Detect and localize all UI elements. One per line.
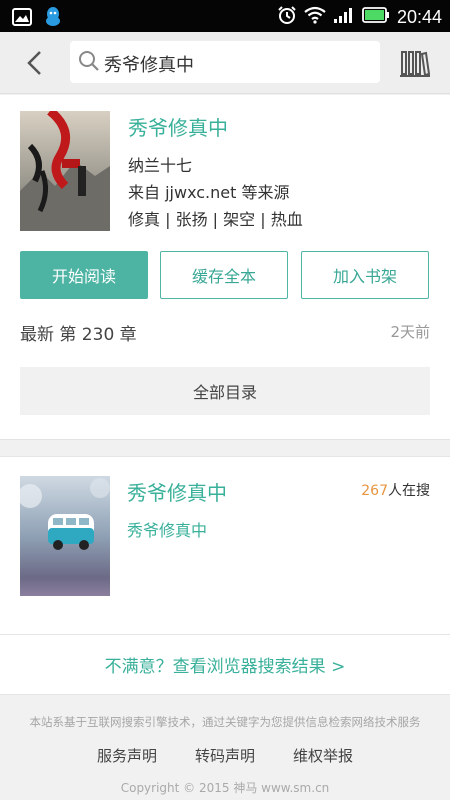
- signal-icon: [333, 6, 355, 28]
- cache-all-button[interactable]: 缓存全本: [160, 251, 288, 299]
- search-count-suffix: 人在搜: [388, 483, 430, 499]
- book-source: 来自 jjwxc.net 等来源: [128, 183, 290, 202]
- start-reading-button[interactable]: 开始阅读: [20, 251, 148, 299]
- book-tags: 修真 | 张扬 | 架空 | 热血: [128, 210, 303, 229]
- related-book-subtitle: 秀爷修真中: [127, 521, 208, 540]
- clock-time: 20:44: [396, 7, 442, 27]
- bookshelf-button[interactable]: [398, 46, 432, 80]
- transcoding-statement-link[interactable]: 转码声明: [195, 745, 255, 766]
- wifi-icon: [304, 6, 326, 28]
- alarm-icon: [277, 5, 297, 29]
- book-cover[interactable]: [20, 111, 110, 231]
- chevron-left-icon: [27, 51, 41, 75]
- copyright-text: Copyright © 2015 神马 www.sm.cn: [120, 781, 330, 795]
- search-count: 267: [361, 483, 388, 499]
- book-detail-card: 秀爷修真中 纳兰十七 来自 jjwxc.net 等来源 修真 | 张扬 | 架空…: [0, 95, 450, 440]
- bookshelf-icon: [400, 51, 431, 77]
- book-title[interactable]: 秀爷修真中: [128, 112, 228, 141]
- back-button[interactable]: [18, 46, 52, 80]
- search-query: 秀爷修真中: [104, 55, 194, 76]
- latest-update-time: 2天前: [390, 323, 430, 341]
- rights-report-link[interactable]: 维权举报: [293, 745, 353, 766]
- search-popularity: 267人在搜: [361, 480, 430, 500]
- search-icon: [78, 50, 100, 76]
- disclaimer-text: 本站系基于互联网搜索引擎技术，通过关键字为您提供信息检索网络技术服务: [29, 715, 421, 729]
- search-header: 秀爷修真中: [0, 32, 450, 94]
- related-book-title[interactable]: 秀爷修真中: [127, 477, 227, 506]
- browser-search-link[interactable]: 不满意？查看浏览器搜索结果 >: [105, 652, 346, 677]
- add-to-shelf-button[interactable]: 加入书架: [301, 251, 429, 299]
- qq-icon: [44, 6, 62, 32]
- gallery-icon: [12, 8, 32, 30]
- latest-chapter[interactable]: 最新 第 230 章: [20, 320, 137, 345]
- battery-icon: [362, 7, 390, 27]
- more-results-row: 不满意？查看浏览器搜索结果 >: [0, 635, 450, 695]
- footer-links: 服务声明 转码声明 维权举报: [0, 745, 450, 766]
- book-author: 纳兰十七: [128, 156, 193, 175]
- footer: 本站系基于互联网搜索引擎技术，通过关键字为您提供信息检索网络技术服务 服务声明 …: [0, 696, 450, 800]
- status-bar: 20:44: [0, 0, 450, 32]
- related-book-card[interactable]: 秀爷修真中 267人在搜 秀爷修真中: [0, 456, 450, 635]
- service-statement-link[interactable]: 服务声明: [97, 745, 157, 766]
- search-input[interactable]: 秀爷修真中: [70, 41, 380, 83]
- table-of-contents-button[interactable]: 全部目录: [20, 367, 430, 415]
- related-book-cover[interactable]: [20, 476, 110, 596]
